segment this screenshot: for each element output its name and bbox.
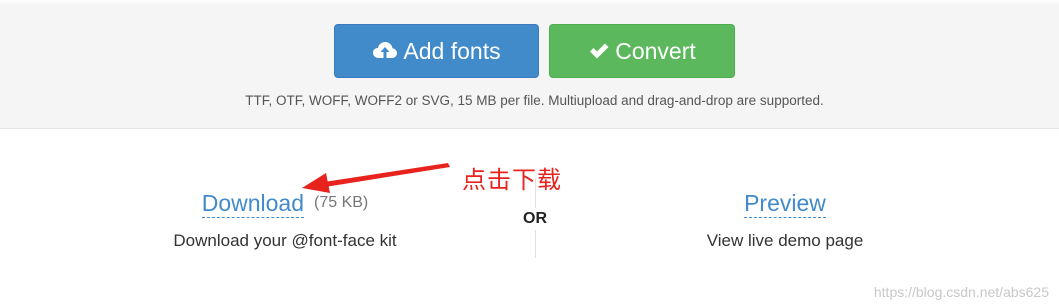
convert-label: Convert (615, 37, 696, 64)
upload-panel: Add fonts Convert TTF, OTF, WOFF, WOFF2 … (0, 0, 1059, 129)
add-fonts-button[interactable]: Add fonts (334, 24, 539, 78)
annotation-text: 点击下载 (462, 166, 562, 194)
page: Add fonts Convert TTF, OTF, WOFF, WOFF2 … (0, 0, 1059, 308)
top-edge-divider (0, 0, 1059, 5)
download-link[interactable]: Download (201, 190, 305, 218)
preview-link-row: Preview (660, 184, 910, 218)
convert-button[interactable]: Convert (549, 24, 735, 78)
annotation-arrow-icon (302, 163, 450, 193)
preview-description: View live demo page (706, 231, 864, 250)
checkmark-icon (588, 41, 610, 61)
watermark: https://blog.csdn.net/abs625 (873, 284, 1049, 300)
preview-section: Preview View live demo page (660, 184, 910, 251)
cloud-upload-icon (372, 40, 398, 62)
supported-formats-note: TTF, OTF, WOFF, WOFF2 or SVG, 15 MB per … (245, 93, 824, 108)
preview-link[interactable]: Preview (744, 190, 826, 218)
download-description: Download your @font-face kit (173, 231, 397, 250)
add-fonts-label: Add fonts (403, 37, 501, 64)
or-separator: OR (505, 208, 565, 230)
